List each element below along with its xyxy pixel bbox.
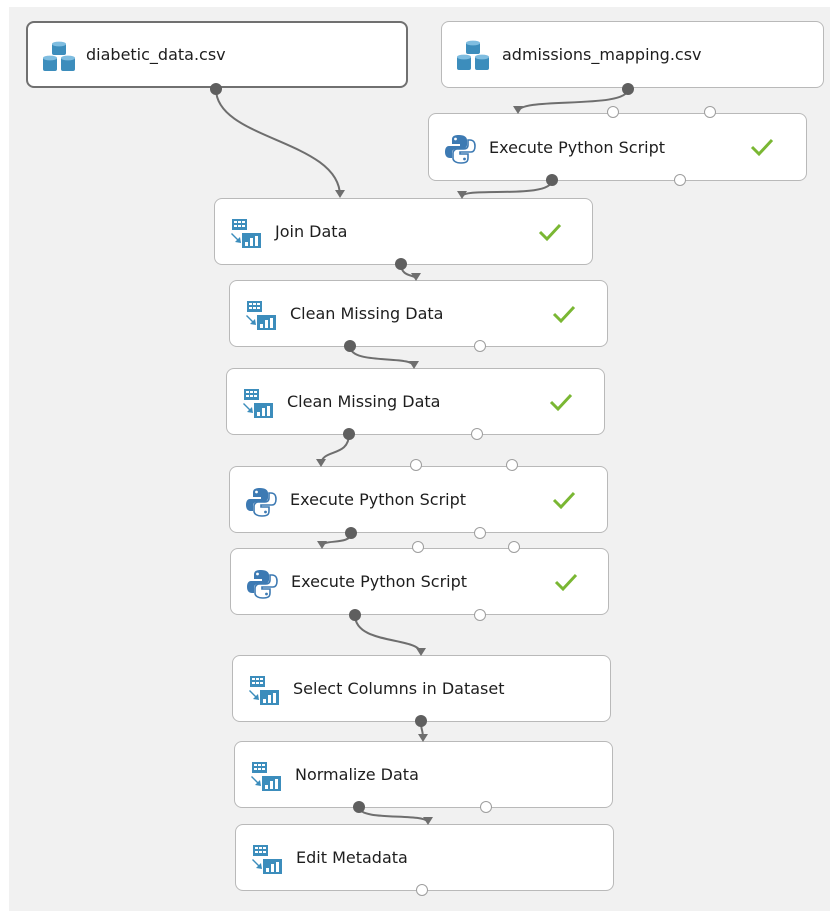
module-join-data[interactable]: Join Data	[214, 198, 593, 265]
module-label: Execute Python Script	[291, 572, 468, 591]
input-connector-arrow[interactable]	[335, 190, 345, 198]
input-connector-arrow[interactable]	[418, 734, 428, 742]
output-port[interactable]	[415, 715, 427, 727]
module-execute-python-script[interactable]: Execute Python Script	[428, 113, 807, 181]
input-port[interactable]	[704, 106, 716, 118]
module-execute-python-script-3[interactable]: Execute Python Script	[230, 548, 609, 615]
data-transform-icon	[249, 760, 283, 794]
input-port[interactable]	[471, 428, 483, 440]
checkmark-icon	[549, 392, 573, 412]
data-transform-icon	[250, 843, 284, 877]
module-label: Edit Metadata	[296, 848, 408, 867]
input-connector-arrow[interactable]	[416, 648, 426, 656]
input-port[interactable]	[412, 541, 424, 553]
python-icon	[245, 567, 279, 601]
output-port[interactable]	[622, 83, 634, 95]
output-port[interactable]	[546, 174, 558, 186]
module-label: Join Data	[275, 222, 348, 241]
data-transform-icon	[241, 387, 275, 421]
input-connector-arrow[interactable]	[423, 817, 433, 825]
module-diabetic-data[interactable]: diabetic_data.csv	[26, 21, 408, 88]
input-port[interactable]	[506, 459, 518, 471]
module-label: Execute Python Script	[290, 490, 467, 509]
input-port[interactable]	[674, 174, 686, 186]
output-port[interactable]	[395, 258, 407, 270]
dataset-icon	[42, 41, 76, 75]
checkmark-icon	[552, 304, 576, 324]
input-port[interactable]	[607, 106, 619, 118]
output-port[interactable]	[343, 428, 355, 440]
checkmark-icon	[554, 572, 578, 592]
module-label: diabetic_data.csv	[86, 45, 226, 64]
data-transform-icon	[247, 674, 281, 708]
module-execute-python-script-2[interactable]: Execute Python Script	[229, 466, 608, 533]
input-port[interactable]	[416, 884, 428, 896]
python-icon	[244, 485, 278, 519]
output-port[interactable]	[353, 801, 365, 813]
dataset-icon	[456, 40, 490, 74]
module-edit-metadata[interactable]: Edit Metadata	[235, 824, 614, 891]
module-label: Clean Missing Data	[290, 304, 444, 323]
module-label: Clean Missing Data	[287, 392, 441, 411]
input-connector-arrow[interactable]	[317, 541, 327, 549]
input-port[interactable]	[474, 527, 486, 539]
input-connector-arrow[interactable]	[409, 361, 419, 369]
module-label: Execute Python Script	[489, 137, 666, 157]
module-select-columns-in-dataset[interactable]: Select Columns in Dataset	[232, 655, 611, 722]
output-port[interactable]	[345, 527, 357, 539]
input-connector-arrow[interactable]	[457, 191, 467, 199]
input-port[interactable]	[474, 340, 486, 352]
checkmark-icon	[552, 490, 576, 510]
input-port[interactable]	[410, 459, 422, 471]
data-transform-icon	[244, 299, 278, 333]
input-connector-arrow[interactable]	[513, 106, 523, 114]
checkmark-icon	[538, 222, 562, 242]
module-clean-missing-data[interactable]: Clean Missing Data	[229, 280, 608, 347]
module-normalize-data[interactable]: Normalize Data	[234, 741, 613, 808]
module-label: admissions_mapping.csv	[502, 45, 702, 64]
input-connector-arrow[interactable]	[411, 273, 421, 281]
output-port[interactable]	[210, 83, 222, 95]
python-icon	[443, 132, 477, 166]
module-admissions-mapping[interactable]: admissions_mapping.csv	[441, 21, 824, 88]
input-port[interactable]	[508, 541, 520, 553]
checkmark-icon	[750, 137, 774, 157]
module-clean-missing-data-2[interactable]: Clean Missing Data	[226, 368, 605, 435]
module-label: Normalize Data	[295, 765, 419, 784]
module-label: Select Columns in Dataset	[293, 679, 505, 698]
output-port[interactable]	[349, 609, 361, 621]
input-connector-arrow[interactable]	[316, 459, 326, 467]
output-port[interactable]	[344, 340, 356, 352]
data-transform-icon	[229, 217, 263, 251]
input-port[interactable]	[474, 609, 486, 621]
input-port[interactable]	[480, 801, 492, 813]
